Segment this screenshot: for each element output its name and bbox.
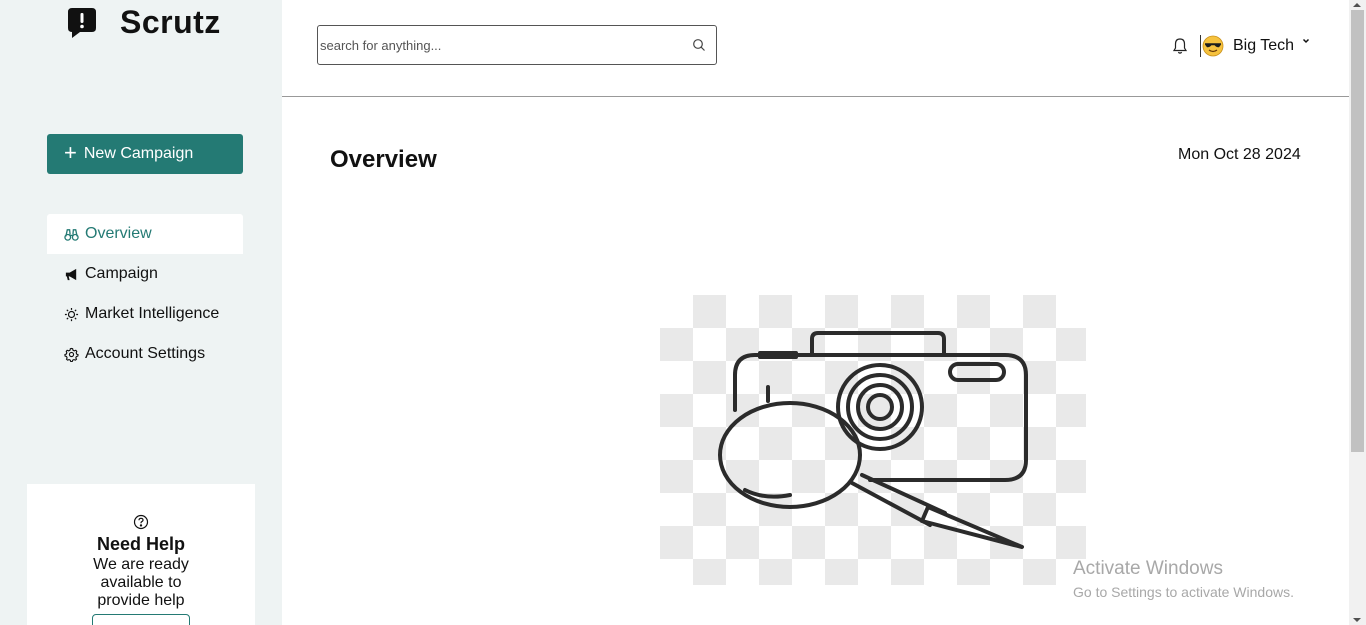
sidebar-item-account-settings[interactable]: Account Settings xyxy=(47,334,243,374)
scroll-up-arrow-icon[interactable] xyxy=(1353,3,1361,7)
search-icon[interactable] xyxy=(692,38,706,52)
sidebar-item-campaign[interactable]: Campaign xyxy=(47,254,243,294)
help-contact-button[interactable] xyxy=(92,614,190,625)
binoculars-icon xyxy=(64,227,79,242)
help-text: We are ready available to provide help xyxy=(93,556,189,609)
sidebar-item-label: Market Intelligence xyxy=(85,305,220,322)
new-campaign-label: New Campaign xyxy=(83,145,194,162)
gear-icon xyxy=(64,347,79,362)
plus-icon: + xyxy=(64,140,77,165)
sidebar-item-label: Campaign xyxy=(85,265,158,282)
user-name[interactable]: Big Tech xyxy=(1233,37,1294,55)
watermark-title: Activate Windows xyxy=(1073,558,1223,579)
scrollbar-thumb[interactable] xyxy=(1351,10,1364,452)
image-placeholder-icon xyxy=(718,331,1028,549)
windows-activation-watermark: Activate Windows Go to Settings to activ… xyxy=(1073,558,1294,600)
header-divider xyxy=(1200,35,1201,57)
top-header: Big Tech xyxy=(282,0,1349,97)
watermark-subtitle: Go to Settings to activate Windows. xyxy=(1073,584,1294,600)
sidebar: Scrutz + New Campaign Overview Campaign … xyxy=(0,0,282,625)
brand-name: Scrutz xyxy=(120,4,221,40)
sidebar-item-label: Overview xyxy=(85,225,152,242)
new-campaign-button[interactable]: + New Campaign xyxy=(47,134,243,174)
sidebar-item-overview[interactable]: Overview xyxy=(47,214,243,254)
sidebar-item-label: Account Settings xyxy=(85,345,206,362)
chevron-down-icon[interactable] xyxy=(1302,37,1310,45)
vertical-scrollbar[interactable] xyxy=(1349,0,1366,625)
sidebar-item-market-intelligence[interactable]: Market Intelligence xyxy=(47,294,243,334)
question-circle-icon xyxy=(133,514,149,530)
image-placeholder xyxy=(660,295,1086,585)
lightbulb-icon xyxy=(64,307,79,322)
megaphone-icon xyxy=(64,267,79,282)
scroll-down-arrow-icon[interactable] xyxy=(1353,618,1361,622)
current-date: Mon Oct 28 2024 xyxy=(1178,146,1301,163)
search-input[interactable] xyxy=(319,27,679,63)
brand[interactable]: Scrutz xyxy=(66,4,221,41)
search-box xyxy=(317,25,717,65)
help-card: Need Help We are ready available to prov… xyxy=(27,484,255,625)
sidebar-nav: Overview Campaign Market Intelligence Ac… xyxy=(47,214,243,374)
app-root: Scrutz + New Campaign Overview Campaign … xyxy=(0,0,1366,625)
bell-icon[interactable] xyxy=(1172,37,1188,55)
sunglasses-emoji-avatar[interactable] xyxy=(1202,35,1224,57)
help-title: Need Help xyxy=(96,534,186,554)
page-title: Overview xyxy=(330,146,437,173)
chat-alert-icon xyxy=(68,7,96,38)
